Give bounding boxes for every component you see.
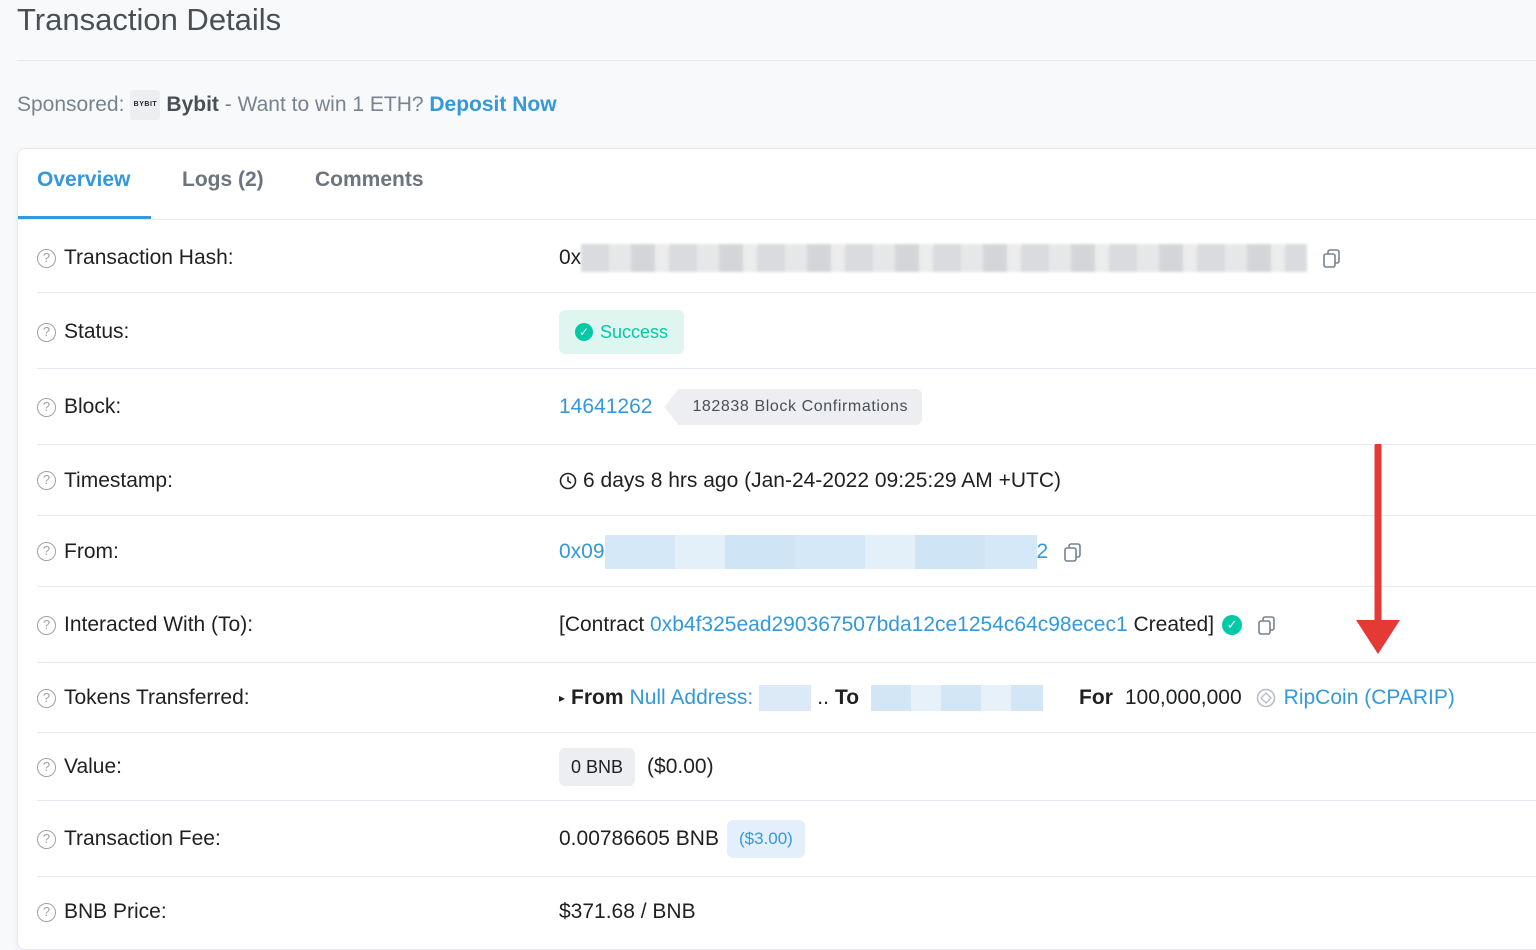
contract-address-link[interactable]: 0xb4f325ead290367507bda12ce1254c64c98ece… [650, 613, 1128, 637]
check-circle-icon: ✓ [575, 323, 593, 341]
row-label: Block: [64, 395, 122, 418]
sponsor-text: - Want to win 1 ETH? [218, 93, 430, 116]
row-label: From: [64, 539, 119, 563]
sponsored-banner: Sponsored: BYBIT Bybit - Want to win 1 E… [17, 90, 557, 120]
from-word: From [571, 686, 624, 709]
row-label: Tokens Transferred: [64, 686, 250, 709]
token-link[interactable]: RipCoin (CPARIP) [1284, 686, 1455, 710]
tab-bar: Overview Logs (2) Comments [18, 149, 1536, 220]
fee-amount: 0.00786605 BNB [559, 827, 719, 850]
verified-check-icon: ✓ [1222, 615, 1243, 635]
hash-prefix: 0x [559, 246, 582, 269]
bybit-logo: BYBIT [130, 90, 161, 120]
status-text: Success [600, 321, 669, 342]
contract-suffix: Created] [1127, 613, 1215, 636]
red-annotation-arrow-icon [1356, 444, 1400, 654]
row-interacted-with: ? Interacted With (To): [Contract 0xb4f32… [37, 587, 1536, 663]
row-block: ? Block: 14641262 182838 Block Confirmati… [37, 369, 1536, 445]
token-amount: 100,000,000 [1124, 686, 1242, 709]
row-transaction-hash: ? Transaction Hash: 0x [37, 223, 1536, 293]
row-value: ? Value: 0 BNB ($0.00) [37, 733, 1536, 801]
help-icon[interactable]: ? [37, 397, 56, 417]
row-label: Transaction Fee: [64, 827, 221, 850]
row-label: Timestamp: [64, 468, 173, 492]
active-tab-indicator [18, 216, 151, 219]
help-icon[interactable]: ? [37, 757, 56, 777]
deposit-now-link[interactable]: Deposit Now [429, 93, 556, 117]
block-number-link[interactable]: 14641262 [559, 395, 652, 419]
tab-overview[interactable]: Overview [37, 168, 130, 192]
help-icon[interactable]: ? [37, 902, 56, 922]
expand-caret-icon[interactable]: ▸ [559, 691, 565, 705]
row-label: Status: [64, 320, 130, 343]
row-label: Interacted With (To): [64, 613, 254, 636]
value-amount: 0 BNB [559, 748, 636, 786]
help-icon[interactable]: ? [37, 248, 56, 268]
clock-icon [559, 472, 577, 489]
from-address-suffix[interactable]: 2 [1037, 540, 1049, 564]
help-icon[interactable]: ? [37, 829, 56, 849]
page-title: Transaction Details [17, 2, 282, 37]
sponsor-brand: Bybit [166, 93, 219, 116]
sponsored-label: Sponsored: [17, 93, 125, 116]
token-icon [1256, 688, 1275, 708]
contract-prefix: [Contract [559, 613, 651, 636]
row-tokens-transferred: ? Tokens Transferred: ▸ From Null Address… [37, 663, 1536, 733]
redacted-null-address [759, 685, 812, 711]
row-label: Transaction Hash: [64, 246, 234, 269]
redacted-hash [581, 244, 1308, 272]
copy-icon[interactable] [1062, 541, 1084, 563]
row-status: ? Status: ✓ Success [37, 295, 1536, 369]
copy-icon[interactable] [1256, 614, 1278, 636]
tab-comments[interactable]: Comments [315, 168, 424, 192]
transaction-card: Overview Logs (2) Comments ? Transaction … [17, 148, 1536, 950]
title-divider [17, 60, 1536, 61]
fee-usd: ($3.00) [726, 820, 805, 858]
row-label: Value: [64, 755, 122, 778]
help-icon[interactable]: ? [37, 471, 56, 490]
null-address-link[interactable]: Null Address: [630, 686, 754, 710]
help-icon[interactable]: ? [37, 688, 56, 708]
from-address-prefix[interactable]: 0x09 [559, 540, 605, 564]
row-bnb-price: ? BNB Price: $371.68 / BNB [37, 877, 1536, 947]
help-icon[interactable]: ? [37, 542, 56, 561]
row-timestamp: ? Timestamp: 6 days 8 hrs ago (Jan-24-202… [37, 445, 1536, 516]
redacted-to-address [871, 685, 1044, 711]
row-from: ? From: 0x09 2 [37, 516, 1536, 587]
row-label: BNB Price: [64, 900, 167, 923]
copy-icon[interactable] [1321, 247, 1343, 269]
for-word: For [1079, 686, 1113, 709]
value-usd: ($0.00) [647, 755, 714, 778]
timestamp-value: 6 days 8 hrs ago (Jan-24-2022 09:25:29 A… [583, 468, 1062, 492]
tab-logs[interactable]: Logs (2) [182, 168, 264, 192]
help-icon[interactable]: ? [37, 322, 56, 342]
block-confirmations: 182838 Block Confirmations [664, 389, 923, 425]
row-transaction-fee: ? Transaction Fee: 0.00786605 BNB ($3.00) [37, 801, 1536, 877]
to-word: To [834, 686, 860, 709]
redacted-from-address [604, 534, 1037, 569]
help-icon[interactable]: ? [37, 615, 56, 635]
status-badge: ✓ Success [559, 310, 685, 354]
bnb-price-value: $371.68 / BNB [559, 900, 696, 923]
ellipsis: .. [817, 686, 829, 709]
